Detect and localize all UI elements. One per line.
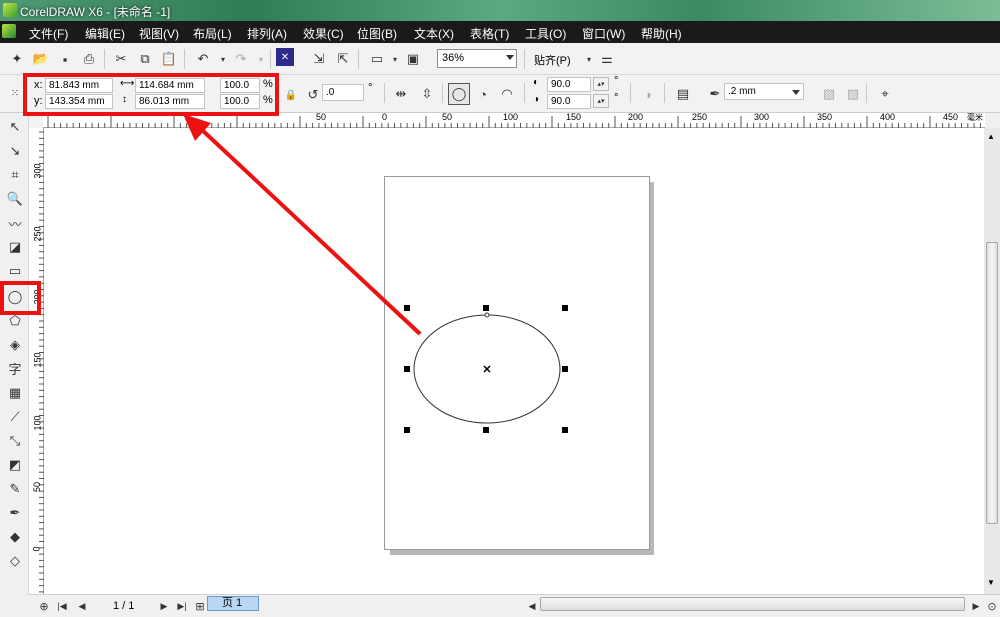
horizontal-scroll-thumb[interactable] (540, 597, 965, 611)
previous-page-icon[interactable]: ◀ (71, 595, 93, 617)
scroll-up-icon[interactable]: ▲ (987, 132, 995, 141)
ellipse-tool-highlight-box (0, 281, 41, 315)
selection-handle[interactable] (562, 427, 568, 433)
selection-handle[interactable] (483, 427, 489, 433)
vertical-scroll-thumb[interactable] (986, 242, 998, 524)
zoom-navigator-icon[interactable]: ⊙ (981, 595, 1000, 617)
page-counter: 1 / 1 (113, 600, 135, 612)
annotation-arrow-shaft (198, 126, 422, 336)
page-tab-1[interactable]: 页 1 (207, 596, 259, 611)
scroll-down-icon[interactable]: ▼ (987, 578, 995, 587)
selection-handle[interactable] (404, 366, 410, 372)
selection-handle[interactable] (404, 427, 410, 433)
selection-handle[interactable] (562, 366, 568, 372)
selection-handle[interactable] (404, 305, 410, 311)
selection-handle[interactable] (562, 305, 568, 311)
selection-handle[interactable] (483, 305, 489, 311)
first-page-icon[interactable]: |◀ (51, 595, 73, 617)
center-mark-icon (483, 365, 491, 373)
coordinate-highlight-box (23, 73, 279, 116)
ellipse-node[interactable] (484, 312, 490, 318)
